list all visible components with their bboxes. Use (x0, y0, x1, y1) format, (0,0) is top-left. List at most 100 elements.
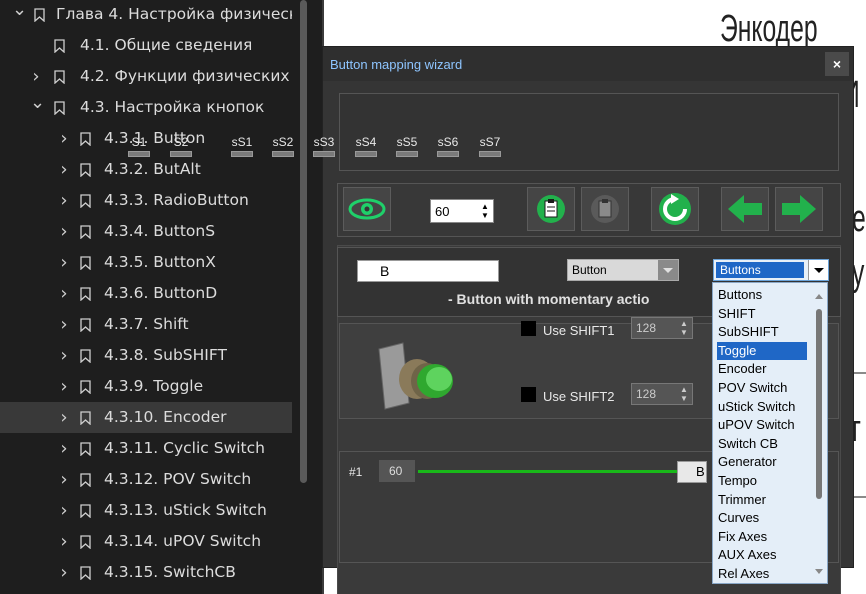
toc-item[interactable]: 4.1. Общие сведения (0, 30, 292, 61)
toc-item-label: Глава 4. Настройка физическ (56, 5, 292, 23)
copy-button[interactable] (581, 187, 629, 231)
toc-item[interactable]: › 4.3.3. RadioButton (0, 185, 292, 216)
shift-indicator-label: sS3 (313, 135, 335, 149)
button-name-field[interactable]: B (357, 260, 499, 282)
toc-item[interactable]: › 4.2. Функции физических і (0, 61, 292, 92)
chevron-right-icon[interactable]: › (30, 61, 42, 92)
toc-item[interactable]: ⌄ 4.3. Настройка кнопок (0, 92, 292, 123)
toc-item[interactable]: › 4.3.7. Shift (0, 309, 292, 340)
chevron-right-icon[interactable]: › (58, 495, 70, 526)
shift-indicator-led (479, 151, 501, 157)
shift1-checkbox[interactable] (521, 321, 536, 336)
spinner-up-icon[interactable]: ▲ (680, 386, 688, 394)
chevron-right-icon[interactable]: › (58, 371, 70, 402)
spinner-down-icon[interactable]: ▼ (481, 212, 489, 220)
toc-item[interactable]: › 4.3.13. uStick Switch (0, 495, 292, 526)
toc-item[interactable]: › 4.3.6. ButtonD (0, 278, 292, 309)
bookmark-icon (80, 349, 91, 363)
toc-item[interactable]: › 4.3.5. ButtonX (0, 247, 292, 278)
shift2-checkbox[interactable] (521, 387, 536, 402)
toc-item[interactable]: › 4.3.8. SubSHIFT (0, 340, 292, 371)
dropdown-option[interactable]: SubSHIFT (717, 323, 807, 342)
type-select[interactable]: Button (567, 259, 679, 281)
spinner-up-icon[interactable]: ▲ (481, 203, 489, 211)
dropdown-option[interactable]: Encoder (717, 360, 807, 379)
toc-item[interactable]: › 4.3.12. POV Switch (0, 464, 292, 495)
dropdown-option[interactable]: Switch CB (717, 435, 807, 454)
chevron-right-icon[interactable]: › (58, 433, 70, 464)
value-spinner[interactable]: 60 ▲ ▼ (430, 199, 494, 223)
chevron-right-icon[interactable]: › (58, 340, 70, 371)
dropdown-option[interactable]: Generator (717, 453, 807, 472)
chevron-right-icon[interactable]: › (58, 123, 70, 154)
category-dropdown-list[interactable]: Buttons SHIFT SubSHIFT Toggle Encoder POV Swi… (712, 282, 828, 584)
spinner-up-icon[interactable]: ▲ (680, 320, 688, 328)
sequence-row-value[interactable]: 60 (379, 460, 415, 482)
toc-item-label: 4.3.14. uPOV Switch (104, 532, 262, 550)
prev-button[interactable] (721, 187, 769, 231)
dropdown-option[interactable]: Fix Axes (717, 528, 807, 547)
chevron-down-icon[interactable] (808, 260, 828, 280)
toc-item[interactable]: › 4.3.2. ButAlt (0, 154, 292, 185)
chevron-right-icon[interactable]: › (58, 154, 70, 185)
toc-item[interactable]: › 4.3.11. Cyclic Switch (0, 433, 292, 464)
toc-item-label: 4.1. Общие сведения (80, 36, 253, 54)
chevron-right-icon[interactable]: › (58, 309, 70, 340)
bookmark-icon (80, 566, 91, 580)
spinner-down-icon[interactable]: ▼ (680, 329, 688, 337)
chevron-right-icon[interactable]: › (58, 402, 70, 433)
dropdown-option[interactable]: POV Switch (717, 379, 807, 398)
chevron-right-icon[interactable]: › (58, 247, 70, 278)
dropdown-scroll-thumb[interactable] (816, 309, 822, 499)
bookmark-icon (80, 256, 91, 270)
toc-item[interactable]: › 4.3.10. Encoder (0, 402, 292, 433)
toc-item[interactable]: › 4.3.9. Toggle (0, 371, 292, 402)
dropdown-option[interactable]: Trimmer (717, 491, 807, 510)
bookmark-icon (80, 504, 91, 518)
dropdown-option[interactable]: Tempo (717, 472, 807, 491)
arrow-right-icon (782, 195, 816, 223)
toc-item-label: 4.3.12. POV Switch (104, 470, 252, 488)
reset-button[interactable] (651, 187, 699, 231)
shift1-spinner[interactable]: 128 ▲ ▼ (631, 317, 693, 339)
paste-button[interactable] (527, 187, 575, 231)
chevron-right-icon[interactable]: › (58, 278, 70, 309)
toc-item[interactable]: › 4.3.4. ButtonS (0, 216, 292, 247)
chevron-right-icon[interactable]: › (58, 526, 70, 557)
dropdown-option[interactable]: Toggle (717, 341, 807, 361)
scroll-down-icon[interactable] (813, 567, 825, 577)
view-button[interactable] (343, 187, 391, 231)
dropdown-option[interactable]: uPOV Switch (717, 416, 807, 435)
dropdown-option[interactable]: Rel Axes (717, 565, 807, 584)
chevron-down-icon[interactable]: ⌄ (12, 0, 27, 25)
dropdown-option[interactable]: Curves (717, 509, 807, 528)
shift2-spinner[interactable]: 128 ▲ ▼ (631, 383, 693, 405)
scroll-up-icon[interactable] (813, 291, 825, 301)
shift-indicator-led (231, 151, 253, 157)
dropdown-option[interactable]: SHIFT (717, 305, 807, 324)
dropdown-option[interactable]: uStick Switch (717, 398, 807, 417)
sequence-button[interactable]: B (677, 461, 707, 483)
toc-scrollbar[interactable] (300, 0, 307, 483)
toc-item-label: 4.3. Настройка кнопок (80, 98, 265, 116)
shift-indicator-led (170, 151, 192, 157)
shift2-label: Use SHIFT2 (543, 389, 615, 404)
chevron-right-icon[interactable]: › (58, 216, 70, 247)
chevron-right-icon[interactable]: › (58, 185, 70, 216)
chevron-right-icon[interactable]: › (58, 557, 70, 588)
chevron-right-icon[interactable]: › (58, 464, 70, 495)
category-select[interactable]: Buttons (713, 259, 829, 281)
dropdown-option[interactable]: Buttons (717, 286, 807, 305)
bookmark-icon (80, 163, 91, 177)
chevron-down-icon[interactable] (658, 260, 678, 280)
next-button[interactable] (775, 187, 823, 231)
chevron-down-icon[interactable]: ⌄ (30, 92, 45, 118)
toc-item[interactable]: › 4.3.15. SwitchCB (0, 557, 292, 588)
close-button[interactable]: × (825, 52, 849, 76)
shift-indicator-led (128, 151, 150, 157)
spinner-down-icon[interactable]: ▼ (680, 395, 688, 403)
dialog-titlebar[interactable]: Button mapping wizard × (323, 47, 853, 81)
toc-item[interactable]: ⌄ Глава 4. Настройка физическ (0, 0, 292, 30)
toc-item[interactable]: › 4.3.14. uPOV Switch (0, 526, 292, 557)
dropdown-option[interactable]: AUX Axes (717, 546, 807, 565)
